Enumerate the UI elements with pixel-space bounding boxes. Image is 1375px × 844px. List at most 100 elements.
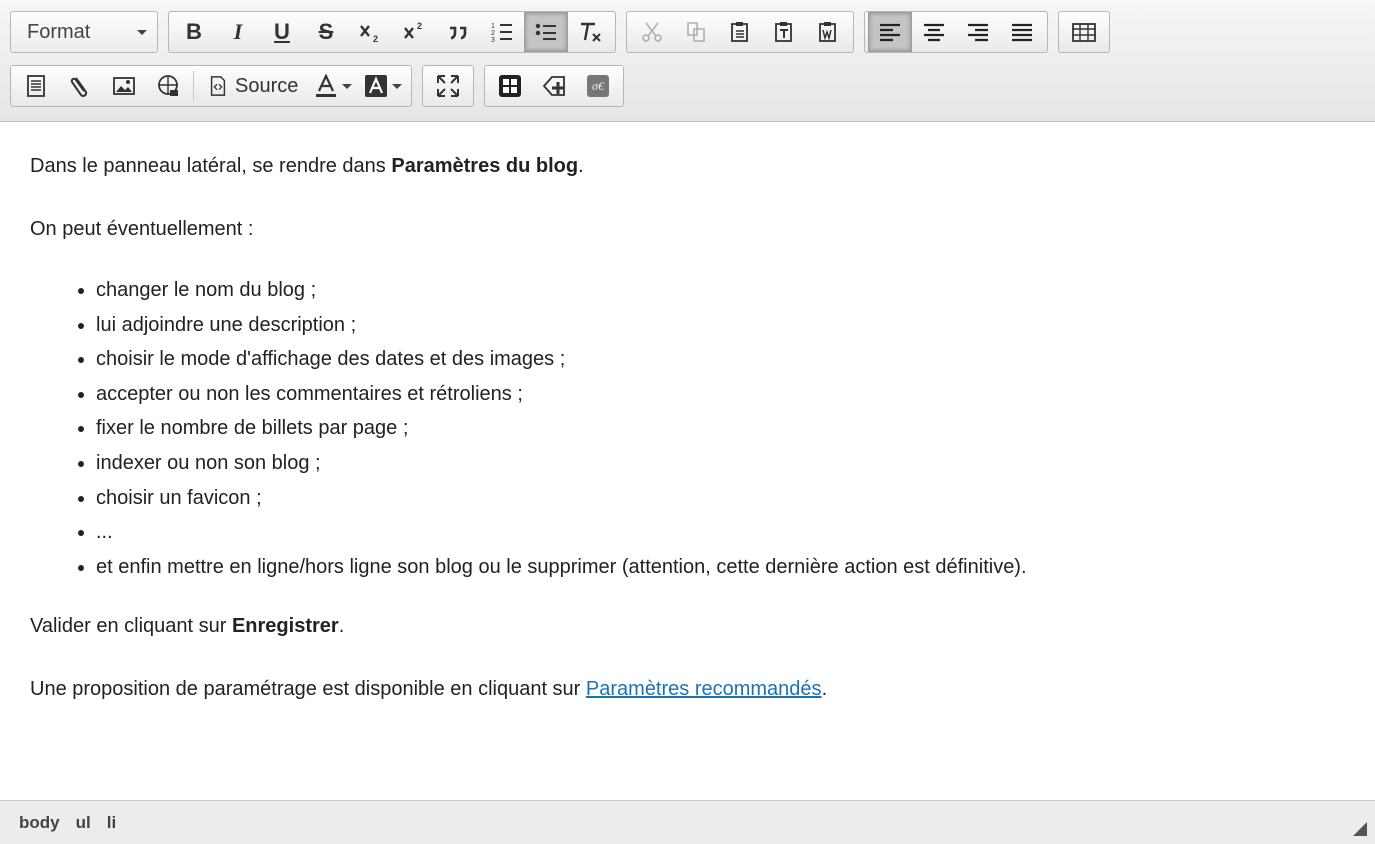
p3-end: .	[338, 615, 345, 638]
blockquote-button[interactable]	[436, 12, 480, 52]
link-button[interactable]	[58, 66, 102, 106]
alignment-group	[864, 11, 1048, 53]
paste-text-button[interactable]	[762, 12, 806, 52]
align-center-icon	[924, 23, 944, 42]
list-item: et enfin mettre en ligne/hors ligne son …	[96, 550, 1350, 585]
list-item: indexer ou non son blog ;	[96, 446, 1350, 481]
superscript-button[interactable]: 2	[392, 12, 436, 52]
text-color-icon	[316, 74, 337, 97]
maximize-icon	[437, 75, 460, 97]
align-justify-icon	[1012, 23, 1032, 42]
align-right-button[interactable]	[956, 12, 1000, 52]
italic-icon: I	[233, 19, 243, 44]
table-group	[1058, 11, 1110, 53]
align-right-icon	[968, 23, 988, 42]
paragraph-1: Dans le panneau latéral, se rendre dans …	[30, 150, 1350, 182]
resize-grip-icon[interactable]	[1353, 822, 1367, 836]
maximize-button[interactable]	[426, 66, 470, 106]
list-item: lui adjoindre une description ;	[96, 308, 1350, 343]
remove-format-icon	[581, 22, 601, 42]
scissors-icon	[642, 22, 662, 42]
paste-icon	[731, 22, 748, 42]
numbered-list-icon: 123	[491, 23, 512, 44]
copy-button[interactable]	[674, 12, 718, 52]
svg-text:2: 2	[491, 30, 495, 37]
globe-icon	[158, 75, 178, 96]
strikethrough-icon: S	[318, 19, 334, 44]
plugins-group: σ€	[484, 65, 625, 107]
bold-button[interactable]: B	[172, 12, 216, 52]
background-color-button[interactable]	[358, 66, 408, 106]
p1-end: .	[578, 155, 584, 177]
paste-button[interactable]	[718, 12, 762, 52]
bulleted-list-button[interactable]	[524, 12, 568, 52]
align-center-button[interactable]	[912, 12, 956, 52]
path-ul[interactable]: ul	[73, 813, 94, 833]
svg-text:1: 1	[491, 23, 495, 30]
templates-button[interactable]	[14, 66, 58, 106]
table-icon	[1072, 23, 1096, 42]
text-color-button[interactable]	[308, 66, 358, 106]
document-icon	[27, 75, 45, 97]
toolbar-row-1: Format B I U S 2 2 123	[10, 11, 1110, 53]
quote-icon	[450, 26, 467, 40]
underline-button[interactable]: U	[260, 12, 304, 52]
chevron-down-icon	[137, 29, 147, 35]
paragraph-4: Une proposition de paramétrage est dispo…	[30, 673, 1350, 705]
strikethrough-button[interactable]: S	[304, 12, 348, 52]
italic-button[interactable]: I	[216, 12, 260, 52]
media-button[interactable]	[146, 66, 190, 106]
toolbar-row-2: Source σ€	[10, 65, 625, 107]
p4-end: .	[821, 678, 828, 701]
align-left-icon	[880, 23, 900, 42]
add-tag-button[interactable]	[532, 66, 576, 106]
paperclip-icon	[70, 77, 88, 97]
list-item: accepter ou non les commentaires et rétr…	[96, 377, 1350, 412]
subscript-icon: 2	[360, 25, 378, 44]
paste-text-icon	[775, 22, 792, 42]
path-li[interactable]: li	[104, 813, 119, 833]
justify-button[interactable]	[1000, 12, 1044, 52]
background-color-icon	[365, 75, 388, 97]
special-char-icon: σ€	[587, 75, 610, 97]
image-button[interactable]	[102, 66, 146, 106]
underline-icon: U	[274, 19, 290, 44]
chevron-down-icon	[342, 83, 353, 89]
list-item: changer le nom du blog ;	[96, 273, 1350, 308]
image-icon	[113, 77, 135, 95]
source-button[interactable]: Source	[197, 66, 308, 106]
svg-text:2: 2	[417, 21, 422, 31]
subscript-button[interactable]: 2	[348, 12, 392, 52]
svg-text:σ€: σ€	[592, 79, 605, 93]
toolbar-separator	[193, 71, 194, 101]
paragraph-2: On peut éventuellement :	[30, 218, 254, 240]
recommended-settings-link[interactable]: Paramètres recommandés	[586, 678, 822, 700]
superscript-icon: 2	[404, 21, 422, 39]
source-icon	[210, 76, 226, 96]
numbered-list-button[interactable]: 123	[480, 12, 524, 52]
p1-bold: Paramètres du blog	[391, 155, 579, 177]
p4-text: Une proposition de paramétrage est dispo…	[30, 678, 586, 701]
basic-styles-group: B I U S 2 2 123	[168, 11, 616, 53]
insert-group: Source	[10, 65, 413, 107]
remove-format-button[interactable]	[568, 12, 612, 52]
editor-content[interactable]: Dans le panneau latéral, se rendre dans …	[30, 150, 1350, 736]
special-char-button[interactable]: σ€	[576, 66, 620, 106]
cut-button[interactable]	[630, 12, 674, 52]
paste-from-word-button[interactable]	[806, 12, 850, 52]
blocks-icon	[499, 75, 522, 97]
table-button[interactable]	[1062, 12, 1106, 52]
paragraph-3: Valider en cliquant sur Enregistrer.	[30, 610, 1350, 642]
editor-toolbar: Format B I U S 2 2 123 Source σ€	[0, 0, 1375, 122]
show-blocks-button[interactable]	[488, 66, 532, 106]
path-body[interactable]: body	[16, 813, 63, 833]
format-dropdown[interactable]: Format	[10, 11, 158, 53]
element-path-bar: body ul li	[0, 800, 1375, 844]
p1-text: Dans le panneau latéral, se rendre dans	[30, 155, 392, 177]
tag-add-icon	[543, 76, 566, 96]
align-left-button[interactable]	[868, 12, 912, 52]
p3-text: Valider en cliquant sur	[30, 615, 232, 638]
clipboard-group	[626, 11, 854, 53]
tools-group	[422, 65, 475, 107]
paste-word-icon	[819, 22, 836, 42]
